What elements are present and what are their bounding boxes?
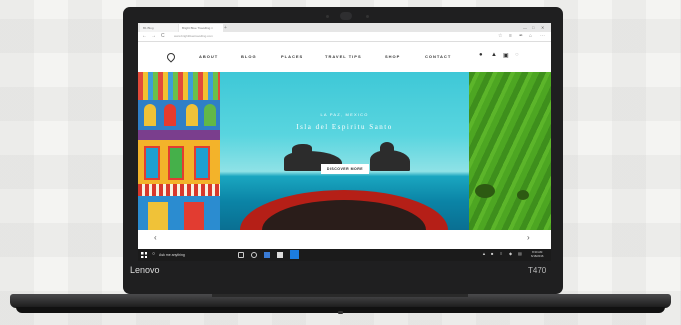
- brand-logo: Lenovo: [130, 265, 160, 275]
- maximize-button[interactable]: □: [532, 24, 534, 31]
- more-icon[interactable]: ⋯: [540, 32, 545, 41]
- social-icon-2[interactable]: ▲: [491, 52, 497, 58]
- active-app-icon[interactable]: [290, 250, 299, 259]
- laptop-hinge: [212, 294, 468, 297]
- task-view-icon[interactable]: [238, 252, 244, 258]
- site-logo-icon[interactable]: [165, 51, 177, 63]
- discover-more-button[interactable]: DISCOVER MORE: [321, 164, 369, 174]
- windows-taskbar: ○ Ask me anything ▲ ■ ≡ ◆ ▤ 8:30 AM 6/18…: [138, 249, 551, 261]
- file-explorer-icon[interactable]: [264, 252, 270, 258]
- site-navigation: ABOUT BLOG PLACES TRAVEL TIPS SHOP CONTA…: [138, 42, 551, 72]
- webcam: [340, 12, 352, 20]
- back-icon[interactable]: ←: [142, 32, 147, 41]
- prev-slide-icon[interactable]: ‹: [154, 233, 157, 242]
- edge-icon[interactable]: [251, 252, 257, 258]
- keyboard-icon[interactable]: ▤: [518, 251, 522, 256]
- browser-tab-active[interactable]: Bright Blue Travelling ×: [179, 24, 223, 32]
- minimize-button[interactable]: —: [523, 24, 527, 31]
- hero-carousel: LA PAZ, MEXICO Isla del Espiritu Santo D…: [138, 72, 551, 230]
- nav-shop[interactable]: SHOP: [385, 54, 400, 59]
- favorite-icon[interactable]: ☆: [498, 32, 502, 41]
- web-note-icon[interactable]: ✒: [519, 32, 523, 41]
- laptop-latch: [338, 311, 343, 314]
- sensor-dot: [366, 15, 369, 18]
- url-field[interactable]: www.brightbluetravelling.com: [174, 34, 213, 39]
- model-label: T470: [528, 266, 547, 275]
- cortana-icon[interactable]: ○: [152, 251, 155, 257]
- hub-icon[interactable]: ≡: [509, 32, 512, 41]
- new-tab-button[interactable]: +: [224, 24, 227, 32]
- taskbar-clock[interactable]: 8:30 AM 6/18/2016: [531, 250, 543, 258]
- clock-date: 6/18/2016: [531, 254, 544, 258]
- store-icon[interactable]: [277, 252, 283, 258]
- tray-overflow-icon[interactable]: ▲: [482, 251, 486, 256]
- hero-title: Isla del Espiritu Santo: [296, 123, 393, 131]
- nav-blog[interactable]: BLOG: [241, 54, 257, 59]
- share-icon[interactable]: ⌂: [529, 32, 532, 41]
- search-icon[interactable]: ○: [515, 52, 519, 58]
- nav-places[interactable]: PLACES: [281, 54, 303, 59]
- laptop-screen: B1 Blog Bright Blue Travelling × + — □ ✕…: [138, 23, 551, 261]
- next-slide-icon[interactable]: ›: [527, 233, 530, 242]
- windows-start-icon[interactable]: [141, 252, 147, 258]
- nav-travel-tips[interactable]: TRAVEL TIPS: [325, 54, 362, 59]
- volume-icon[interactable]: ◆: [509, 251, 512, 256]
- browser-tab-bar: B1 Blog Bright Blue Travelling × + — □ ✕: [138, 23, 551, 32]
- social-icon-3[interactable]: ▣: [503, 52, 509, 59]
- green-field-photo: [469, 72, 551, 230]
- forward-icon[interactable]: →: [151, 32, 156, 41]
- close-window-button[interactable]: ✕: [541, 24, 544, 31]
- colorful-building-photo: [138, 72, 220, 230]
- carousel-controls: ‹ ›: [138, 230, 551, 248]
- nav-about[interactable]: ABOUT: [199, 54, 218, 59]
- battery-icon[interactable]: ■: [491, 251, 493, 256]
- refresh-icon[interactable]: C: [161, 32, 165, 41]
- wifi-icon[interactable]: ≡: [500, 251, 502, 256]
- browser-address-bar: ← → C www.brightbluetravelling.com ☆ ≡ ✒…: [138, 32, 551, 42]
- nav-contact[interactable]: CONTACT: [425, 54, 451, 59]
- ocean-island-photo: LA PAZ, MEXICO Isla del Espiritu Santo D…: [220, 72, 469, 230]
- browser-tab[interactable]: B1 Blog: [140, 24, 178, 32]
- social-icon-1[interactable]: ●: [479, 52, 483, 58]
- sensor-dot: [326, 15, 329, 18]
- cortana-search-box[interactable]: Ask me anything: [159, 252, 185, 258]
- hero-kicker: LA PAZ, MEXICO: [320, 112, 369, 117]
